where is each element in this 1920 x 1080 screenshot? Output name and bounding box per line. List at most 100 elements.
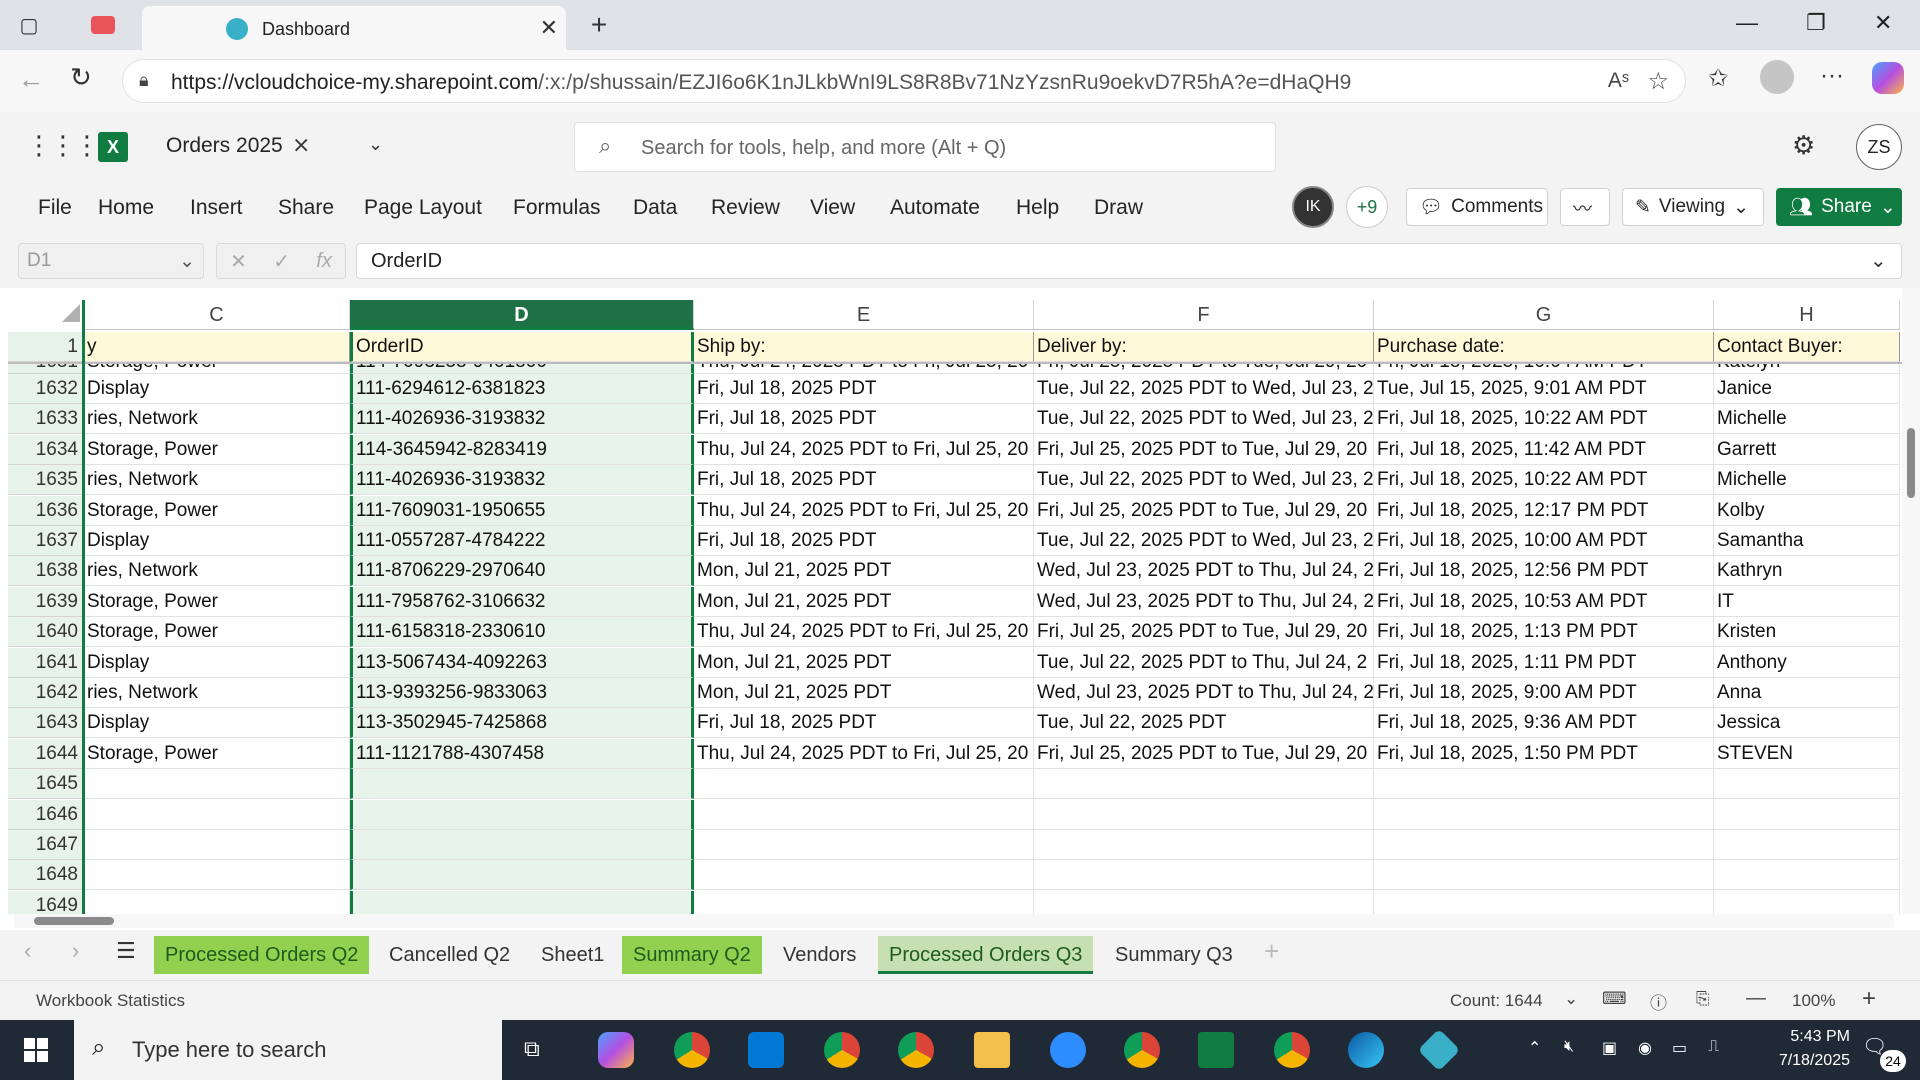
- cell-f[interactable]: Fri, Jul 25, 2025 PDT to Tue, Jul 29, 20: [1034, 617, 1374, 648]
- cell-e[interactable]: Fri, Jul 18, 2025 PDT: [694, 374, 1034, 404]
- cell-h[interactable]: Anna: [1714, 678, 1900, 708]
- cancel-icon[interactable]: ✕: [230, 249, 247, 274]
- row-number[interactable]: 1633: [8, 404, 82, 435]
- keyboard-icon[interactable]: ⌨: [1602, 989, 1627, 1009]
- settings-gear-icon[interactable]: ⚙: [1792, 130, 1815, 161]
- cell-d[interactable]: 113-3502945-7425868: [350, 708, 694, 739]
- col-header-g[interactable]: G: [1374, 300, 1714, 330]
- cell-e[interactable]: Mon, Jul 21, 2025 PDT: [694, 647, 1034, 678]
- cell-e[interactable]: Thu, Jul 24, 2025 PDT to Fri, Jul 25, 20: [694, 495, 1034, 526]
- cell-d[interactable]: 111-6158318-2330610: [350, 617, 694, 648]
- cell-g[interactable]: Fri, Jul 18, 2025, 1:13 PM PDT: [1374, 617, 1714, 648]
- horizontal-scrollbar-track[interactable]: [14, 914, 1894, 928]
- cell-e[interactable]: Ship by:: [694, 332, 1034, 362]
- cell-d[interactable]: [350, 769, 694, 800]
- cell-g[interactable]: Purchase date:: [1374, 332, 1714, 362]
- chrome-profile4-icon[interactable]: [1274, 1032, 1310, 1068]
- cell-e[interactable]: [694, 799, 1034, 830]
- viewing-mode-button[interactable]: ✎ Viewing ⌄: [1622, 188, 1764, 226]
- cell-e[interactable]: [694, 769, 1034, 800]
- windows-start-icon[interactable]: [24, 1038, 48, 1062]
- cell-e[interactable]: Thu, Jul 24, 2025 PDT to Fri, Jul 25, 20: [694, 617, 1034, 648]
- spreadsheet-grid[interactable]: C D E F G H 1 y OrderID Ship by: Deliver by:…: [0, 288, 1920, 914]
- sheet-tab[interactable]: Sheet1: [530, 936, 615, 974]
- col-header-e[interactable]: E: [694, 300, 1034, 330]
- row-number[interactable]: 1642: [8, 678, 82, 708]
- cell-f[interactable]: Wed, Jul 23, 2025 PDT to Thu, Jul 24, 2: [1034, 586, 1374, 617]
- sheet-tab[interactable]: Processed Orders Q2: [154, 936, 370, 974]
- cell-h[interactable]: Garrett: [1714, 434, 1900, 465]
- cell-d[interactable]: [350, 830, 694, 860]
- help-icon[interactable]: ⓘ: [1650, 989, 1667, 1014]
- cell-g[interactable]: [1374, 799, 1714, 830]
- cell-f[interactable]: Wed, Jul 23, 2025 PDT to Thu, Jul 24, 2: [1034, 556, 1374, 587]
- volume-muted-icon[interactable]: 🔇︎: [1564, 1038, 1574, 1056]
- cell-g[interactable]: [1374, 830, 1714, 860]
- row-number[interactable]: 1646: [8, 799, 82, 830]
- row-number[interactable]: 1648: [8, 860, 82, 891]
- cell-e[interactable]: Mon, Jul 21, 2025 PDT: [694, 678, 1034, 708]
- cell-g[interactable]: Fri, Jul 18, 2025, 10:53 AM PDT: [1374, 586, 1714, 617]
- cell-g[interactable]: Fri, Jul 18, 2025, 1:50 PM PDT: [1374, 738, 1714, 769]
- edge-icon[interactable]: [1348, 1032, 1384, 1068]
- cell-f[interactable]: [1034, 830, 1374, 860]
- row-number[interactable]: 1649: [8, 890, 82, 914]
- cell-g[interactable]: Tue, Jul 15, 2025, 9:01 AM PDT: [1374, 374, 1714, 404]
- favorites-icon[interactable]: ✩: [1708, 64, 1728, 93]
- cell-f[interactable]: Tue, Jul 22, 2025 PDT to Wed, Jul 23, 2: [1034, 374, 1374, 404]
- new-tab-icon[interactable]: +: [584, 9, 614, 40]
- menu-formulas[interactable]: Formulas: [513, 196, 601, 220]
- menu-file[interactable]: File: [38, 196, 72, 220]
- cell-g[interactable]: [1374, 890, 1714, 914]
- cell-e[interactable]: [694, 830, 1034, 860]
- menu-help[interactable]: Help: [1016, 196, 1059, 220]
- cell-h[interactable]: [1714, 830, 1900, 860]
- cell-d[interactable]: [350, 799, 694, 830]
- menu-data[interactable]: Data: [633, 196, 677, 220]
- cell-g[interactable]: [1374, 769, 1714, 800]
- sheet-tab[interactable]: Cancelled Q2: [378, 936, 521, 974]
- site-info-icon[interactable]: 🔒︎: [139, 70, 149, 91]
- more-collaborators[interactable]: +9: [1346, 186, 1388, 228]
- cell-c[interactable]: Storage, Power: [84, 738, 350, 769]
- cell-f[interactable]: Tue, Jul 22, 2025 PDT to Wed, Jul 23, 2: [1034, 465, 1374, 496]
- cell-c[interactable]: Display: [84, 647, 350, 678]
- copilot-icon[interactable]: [1872, 62, 1904, 94]
- row-number[interactable]: 1: [8, 332, 82, 362]
- share-button[interactable]: 👥︎ Share ⌄: [1776, 188, 1902, 226]
- vertical-scroll-thumb[interactable]: [1907, 428, 1915, 498]
- menu-home[interactable]: Home: [98, 196, 154, 220]
- back-icon[interactable]: ←: [18, 64, 44, 95]
- cell-f[interactable]: Tue, Jul 22, 2025 PDT to Wed, Jul 23, 2: [1034, 404, 1374, 435]
- row-number[interactable]: 1641: [8, 647, 82, 678]
- outlook-icon[interactable]: [748, 1032, 784, 1068]
- prev-sheet-icon[interactable]: ‹: [24, 938, 31, 964]
- favorite-star-icon[interactable]: ☆: [1647, 67, 1669, 96]
- cell-d[interactable]: 111-0557287-4784222: [350, 526, 694, 556]
- tab-dashboard[interactable]: Dashboard ✕: [142, 6, 566, 50]
- feedback-icon[interactable]: ⎘: [1696, 989, 1710, 1009]
- cell-d[interactable]: [350, 890, 694, 914]
- cell-c[interactable]: [84, 890, 350, 914]
- cell-d[interactable]: 111-4026936-3193832: [350, 404, 694, 435]
- title-dropdown-icon[interactable]: ⌄: [368, 134, 383, 155]
- network-icon[interactable]: ⎍: [1708, 1038, 1719, 1056]
- address-bar[interactable]: 🔒︎ https://vcloudchoice-my.sharepoint.co…: [122, 59, 1686, 103]
- zoom-in-icon[interactable]: +: [1862, 985, 1876, 1013]
- cell-e[interactable]: [694, 860, 1034, 891]
- cell-h[interactable]: Kolby: [1714, 495, 1900, 526]
- menu-review[interactable]: Review: [711, 196, 780, 220]
- zoom-out-icon[interactable]: —: [1746, 987, 1766, 1010]
- cell-h[interactable]: [1714, 860, 1900, 891]
- cell-d[interactable]: 114-3645942-8283419: [350, 434, 694, 465]
- chevron-down-icon[interactable]: ⌄: [1564, 989, 1578, 1009]
- cell-f[interactable]: [1034, 769, 1374, 800]
- cell-h[interactable]: [1714, 769, 1900, 800]
- cell-c[interactable]: ries, Network: [84, 678, 350, 708]
- activity-button[interactable]: 〰: [1560, 188, 1610, 226]
- row-number[interactable]: 1639: [8, 586, 82, 617]
- sheet-tab[interactable]: Summary Q2: [622, 936, 762, 974]
- count-display[interactable]: Count: 1644: [1450, 991, 1543, 1011]
- menu-view[interactable]: View: [810, 196, 855, 220]
- comments-button[interactable]: 💬︎ Comments: [1406, 188, 1548, 226]
